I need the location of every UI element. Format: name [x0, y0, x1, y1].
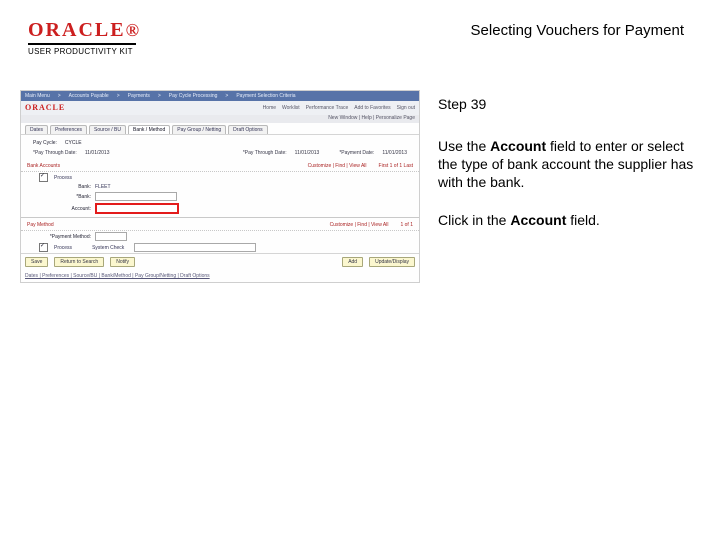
subtab-row: Dates Preferences Source / BU Bank / Met… — [21, 123, 419, 134]
process-row: Process — [21, 172, 419, 183]
menu-item[interactable]: Pay Cycle Processing — [169, 93, 218, 99]
page-tools-line: New Window | Help | Personalize Page — [21, 115, 419, 123]
menu-item[interactable]: Payment Selection Criteria — [236, 93, 295, 99]
paycycle-line: Pay Cycle: CYCLE — [27, 138, 413, 148]
bottom-breadcrumb[interactable]: Dates | Preferences | Source/BU | Bank/M… — [21, 270, 419, 282]
instr2-post: field. — [566, 212, 599, 228]
return-to-search-button[interactable]: Return to Search — [54, 257, 104, 267]
page-title: Selecting Vouchers for Payment — [471, 22, 684, 39]
link-worklist[interactable]: Worklist — [282, 105, 300, 111]
process-method-row: Process System Check — [21, 242, 419, 253]
action-bar: Save Return to Search Notify Add Update/… — [21, 253, 419, 270]
bank-accounts-header: Bank Accounts Customize | Find | View Al… — [21, 161, 419, 172]
tab-dates[interactable]: Dates — [25, 125, 48, 134]
link-perf-trace[interactable]: Performance Trace — [306, 105, 349, 111]
process-select[interactable] — [134, 243, 256, 252]
tab-bank-method[interactable]: Bank / Method — [128, 125, 170, 134]
bank-input[interactable] — [95, 192, 177, 201]
pay-method-header: Pay Method Customize | Find | View All 1… — [21, 220, 419, 231]
menu-item[interactable]: Main Menu — [25, 93, 50, 99]
payment-method-row: *Payment Method: — [21, 231, 419, 242]
brand-rule — [28, 43, 136, 45]
brand-subtitle: USER PRODUCTIVITY KIT — [28, 47, 141, 56]
instr2-pre: Click in the — [438, 212, 510, 228]
account-row: Account: — [21, 202, 419, 215]
instruction-paragraph-2: Click in the Account field. — [438, 212, 704, 230]
tab-draft-options[interactable]: Draft Options — [228, 125, 267, 134]
update-display-button[interactable]: Update/Display — [369, 257, 415, 267]
bank-row-1: Bank: FLEET — [21, 183, 419, 191]
tab-paygroup-netting[interactable]: Pay Group / Netting — [172, 125, 226, 134]
link-signout[interactable]: Sign out — [397, 105, 415, 111]
instr2-bold: Account — [510, 212, 566, 228]
app-menubar: Main Menu > Accounts Payable > Payments … — [21, 91, 419, 101]
brand-block: ORACLE® USER PRODUCTIVITY KIT — [28, 20, 141, 56]
process-checkbox2-icon[interactable] — [39, 243, 48, 252]
bank-row-2: *Bank: — [21, 191, 419, 202]
header-links: Home Worklist Performance Trace Add to F… — [263, 105, 415, 111]
tab-source-bu[interactable]: Source / BU — [89, 125, 126, 134]
brand-text: ORACLE — [28, 19, 126, 41]
step-label: Step 39 — [438, 96, 704, 112]
account-input[interactable] — [95, 203, 179, 214]
process-checkbox-icon[interactable] — [39, 173, 48, 182]
notify-button[interactable]: Notify — [110, 257, 135, 267]
menu-item[interactable]: Payments — [128, 93, 150, 99]
paythru-line: *Pay Through Date: 11/01/2013 *Pay Throu… — [27, 148, 413, 158]
save-button[interactable]: Save — [25, 257, 48, 267]
instr1-bold: Account — [490, 138, 546, 154]
oracle-wordmark: ORACLE® — [28, 20, 141, 40]
page-tools[interactable]: New Window | Help | Personalize Page — [328, 115, 415, 121]
mini-oracle-wordmark: ORACLE — [25, 103, 65, 113]
app-screenshot: Main Menu > Accounts Payable > Payments … — [20, 90, 420, 283]
menu-item[interactable]: Accounts Payable — [69, 93, 109, 99]
instruction-paragraph-1: Use the Account field to enter or select… — [438, 138, 704, 192]
instr1-pre: Use the — [438, 138, 490, 154]
app-brandbar: ORACLE Home Worklist Performance Trace A… — [21, 101, 419, 115]
link-favorites[interactable]: Add to Favorites — [354, 105, 390, 111]
tab-preferences[interactable]: Preferences — [50, 125, 87, 134]
add-button[interactable]: Add — [342, 257, 363, 267]
payment-method-input[interactable] — [95, 232, 127, 241]
link-home[interactable]: Home — [263, 105, 276, 111]
